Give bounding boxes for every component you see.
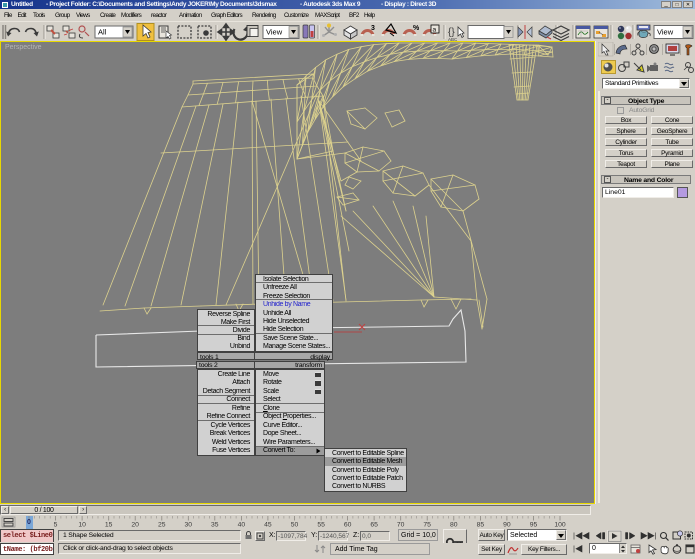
svg-text:25: 25 bbox=[158, 522, 166, 529]
svg-text:10: 10 bbox=[78, 522, 86, 529]
svg-text:View: View bbox=[266, 28, 283, 37]
svg-text:30: 30 bbox=[185, 522, 193, 529]
svg-text:100: 100 bbox=[554, 522, 566, 529]
svg-text:20: 20 bbox=[131, 522, 139, 529]
svg-text:50: 50 bbox=[291, 522, 299, 529]
svg-text:75: 75 bbox=[423, 522, 431, 529]
svg-text:60: 60 bbox=[344, 522, 352, 529]
svg-text:35: 35 bbox=[211, 522, 219, 529]
svg-text:70: 70 bbox=[397, 522, 405, 529]
svg-text:%: % bbox=[413, 25, 420, 32]
svg-text:65: 65 bbox=[370, 522, 378, 529]
svg-text:95: 95 bbox=[530, 522, 538, 529]
svg-text:5: 5 bbox=[54, 522, 58, 529]
svg-text:90: 90 bbox=[503, 522, 511, 529]
svg-text:85: 85 bbox=[477, 522, 485, 529]
svg-text:80: 80 bbox=[450, 522, 458, 529]
svg-text:a: a bbox=[433, 27, 437, 34]
svg-text:15: 15 bbox=[105, 522, 113, 529]
svg-text:45: 45 bbox=[264, 522, 272, 529]
svg-text:40: 40 bbox=[238, 522, 246, 529]
svg-text:View: View bbox=[657, 28, 674, 37]
svg-text:3: 3 bbox=[371, 25, 375, 32]
svg-text:All: All bbox=[98, 28, 107, 37]
svg-text:55: 55 bbox=[317, 522, 325, 529]
